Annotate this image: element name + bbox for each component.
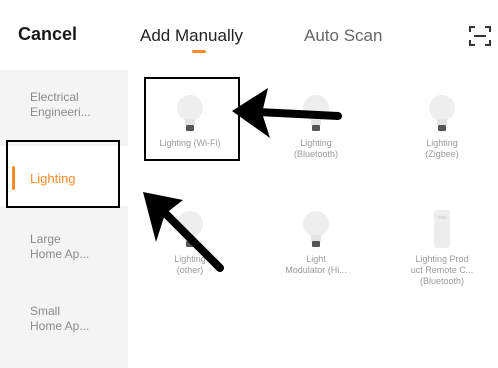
arrow-to-lighting-category [143, 192, 224, 272]
annotation-arrows [143, 88, 342, 272]
arrow-to-lighting-wifi [232, 88, 342, 138]
